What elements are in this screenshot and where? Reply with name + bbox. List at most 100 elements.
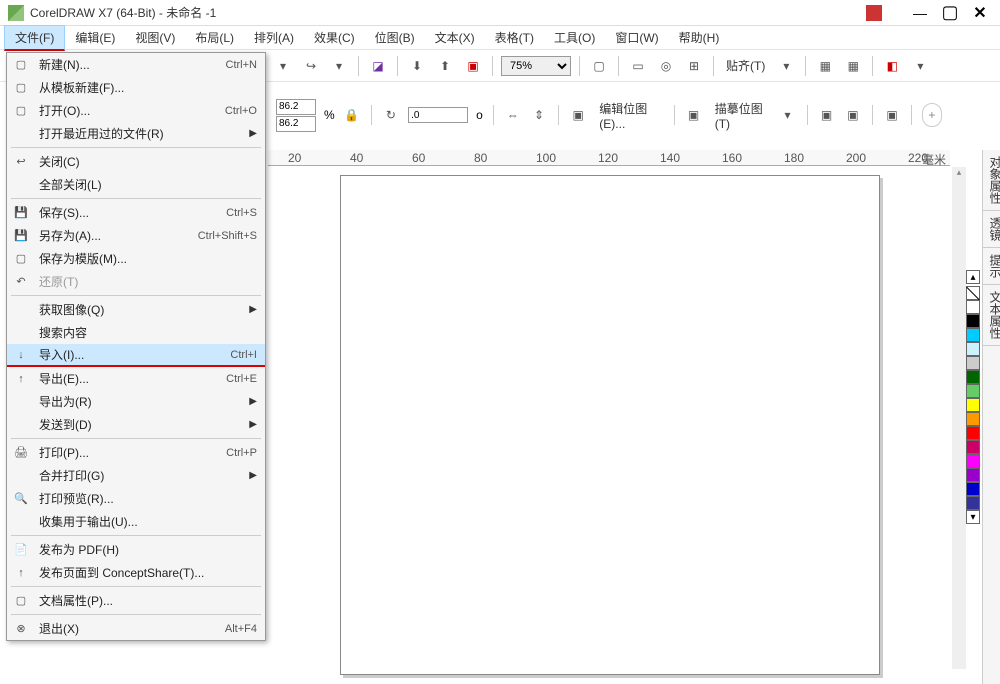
file-menu-item-28[interactable]: ▢文档属性(P)... [7,589,265,612]
file-menu-item-23[interactable]: 收集用于输出(U)... [7,510,265,533]
menu-item-10[interactable]: 窗口(W) [605,26,668,49]
menu-item-4[interactable]: 排列(A) [244,26,304,49]
color-swatch-4[interactable] [966,356,980,370]
import-icon[interactable]: ⬇ [406,55,428,77]
options1-icon[interactable]: ▦ [814,55,836,77]
file-menu-item-11[interactable]: ↶还原(T) [7,270,265,293]
docker-tab-1[interactable]: ○透镜 [983,211,1000,248]
file-menu-item-30[interactable]: ⊗退出(X)Alt+F4 [7,617,265,640]
zoom-select[interactable]: 75% [501,56,571,76]
color-swatch-0[interactable] [966,300,980,314]
fullscreen-icon[interactable]: ▢ [588,55,610,77]
no-color-swatch[interactable] [966,286,980,300]
color-swatch-8[interactable] [966,412,980,426]
palette-up-icon[interactable]: ▴ [966,270,980,284]
trace-bitmap-icon[interactable]: ▣ [684,104,702,126]
menu-shortcut: Ctrl+S [226,207,257,219]
file-menu-item-26[interactable]: ↑发布页面到 ConceptShare(T)... [7,561,265,584]
options2-icon[interactable]: ▦ [842,55,864,77]
docker-tab-3[interactable]: A文本属性 [983,285,1000,346]
trace-dropdown-icon[interactable]: ▾ [778,104,796,126]
color-swatch-11[interactable] [966,454,980,468]
view2-icon[interactable]: ◎ [655,55,677,77]
file-menu-item-5[interactable]: ↩关闭(C) [7,150,265,173]
file-menu-item-13[interactable]: 获取图像(Q)▶ [7,298,265,321]
wrap-icon[interactable]: ▣ [883,104,901,126]
menu-item-0[interactable]: 文件(F) [4,25,65,51]
add-button[interactable]: + [922,103,942,127]
flip-h-icon[interactable]: ⇔ [504,104,522,126]
file-menu-item-14[interactable]: 搜索内容 [7,321,265,344]
redo-dropdown-icon[interactable]: ▾ [328,55,350,77]
file-menu-item-3[interactable]: 打开最近用过的文件(R)▶ [7,122,265,145]
flip-v-icon[interactable]: ⇕ [530,104,548,126]
menu-item-5[interactable]: 效果(C) [304,26,365,49]
width-input[interactable] [276,99,316,115]
height-input[interactable] [276,116,316,132]
file-menu-item-18[interactable]: 发送到(D)▶ [7,413,265,436]
snap-label[interactable]: 贴齐(T) [722,57,769,74]
color-swatch-10[interactable] [966,440,980,454]
user-icon[interactable] [866,5,882,21]
menu-item-8[interactable]: 表格(T) [485,26,544,49]
vertical-scrollbar[interactable]: ▴ [952,167,966,669]
file-menu-item-25[interactable]: 📄发布为 PDF(H) [7,538,265,561]
file-menu-item-10[interactable]: ▢保存为模版(M)... [7,247,265,270]
file-menu-item-16[interactable]: ↑导出(E)...Ctrl+E [7,367,265,390]
crop-icon[interactable]: ▣ [817,104,835,126]
color-swatch-7[interactable] [966,398,980,412]
trace-bitmap-button[interactable]: 描摹位图(T) [711,100,771,131]
color-swatch-1[interactable] [966,314,980,328]
snap-dropdown-icon[interactable]: ▾ [775,55,797,77]
minimize-button[interactable]: — [908,3,932,23]
file-menu-item-9[interactable]: 💾另存为(A)...Ctrl+Shift+S [7,224,265,247]
docker-tab-label: 文本属性 [988,291,1000,339]
rotation-input[interactable] [408,107,468,123]
file-menu-item-20[interactable]: 🖨打印(P)...Ctrl+P [7,441,265,464]
color-swatch-14[interactable] [966,496,980,510]
view3-icon[interactable]: ⊞ [683,55,705,77]
separator [371,105,372,125]
file-menu-item-15[interactable]: ↓导入(I)...Ctrl+I [7,344,265,367]
file-menu-item-0[interactable]: ▢新建(N)...Ctrl+N [7,53,265,76]
file-menu-item-6[interactable]: 全部关闭(L) [7,173,265,196]
menu-item-6[interactable]: 位图(B) [365,26,425,49]
menu-item-7[interactable]: 文本(X) [425,26,485,49]
lock-icon[interactable]: 🔒 [343,104,361,126]
menu-item-1[interactable]: 编辑(E) [65,26,125,49]
menu-item-2[interactable]: 视图(V) [125,26,185,49]
redo-icon[interactable]: ↪ [300,55,322,77]
docker-tab-2[interactable]: ↗提示 [983,248,1000,285]
file-menu-item-2[interactable]: ▢打开(O)...Ctrl+O [7,99,265,122]
view1-icon[interactable]: ▭ [627,55,649,77]
pdf-icon[interactable]: ▣ [462,55,484,77]
file-menu-item-21[interactable]: 合并打印(G)▶ [7,464,265,487]
maximize-button[interactable]: ▢ [938,3,962,23]
resample-icon[interactable]: ▣ [844,104,862,126]
export-icon[interactable]: ⬆ [434,55,456,77]
color-swatch-5[interactable] [966,370,980,384]
file-menu-item-1[interactable]: ▢从模板新建(F)... [7,76,265,99]
launch-icon[interactable]: ◧ [881,55,903,77]
menu-item-9[interactable]: 工具(O) [544,26,605,49]
edit-bitmap-icon[interactable]: ▣ [569,104,587,126]
color-swatch-13[interactable] [966,482,980,496]
edit-bitmap-button[interactable]: 编辑位图(E)... [595,100,663,131]
color-swatch-6[interactable] [966,384,980,398]
menu-item-11[interactable]: 帮助(H) [669,26,730,49]
color-swatch-3[interactable] [966,342,980,356]
file-menu-item-8[interactable]: 💾保存(S)...Ctrl+S [7,201,265,224]
close-button[interactable]: ✕ [968,3,992,23]
color-swatch-12[interactable] [966,468,980,482]
docker-tab-0[interactable]: ✦对象属性 [983,150,1000,211]
palette-down-icon[interactable]: ▾ [966,510,980,524]
tool-icon[interactable]: ◪ [367,55,389,77]
color-swatch-2[interactable] [966,328,980,342]
undo-dropdown-icon[interactable]: ▾ [272,55,294,77]
canvas-page[interactable] [340,175,880,675]
color-swatch-9[interactable] [966,426,980,440]
launch-dropdown-icon[interactable]: ▾ [909,55,931,77]
file-menu-item-17[interactable]: 导出为(R)▶ [7,390,265,413]
file-menu-item-22[interactable]: 🔍打印预览(R)... [7,487,265,510]
menu-item-3[interactable]: 布局(L) [185,26,244,49]
